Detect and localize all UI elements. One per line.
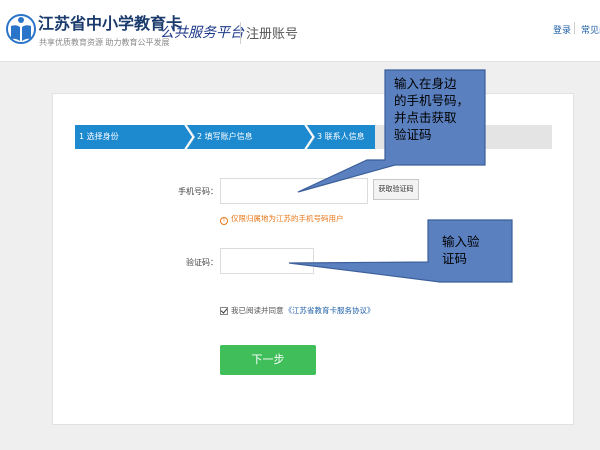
site-header: 江苏省中小学教育卡 共享优质教育资源 助力教育公平发展 公共服务平台 注册账号 …: [0, 0, 600, 62]
get-code-button[interactable]: 获取验证码: [373, 179, 419, 200]
phone-callout-line-2: 的手机号码，: [394, 93, 470, 108]
step-1: 1 选择身份: [79, 132, 119, 141]
step-3: 3 联系人信息: [317, 132, 365, 141]
phone-warning: ! 仅限归属地为江苏的手机号码用户: [220, 213, 344, 225]
page-title: 注册账号: [246, 27, 299, 42]
agree-checkbox[interactable]: [220, 306, 228, 315]
logo-icon: [6, 14, 36, 44]
phone-callout-line-4: 验证码: [394, 127, 432, 142]
brand-subtitle: 共享优质教育资源 助力教育公平发展: [39, 38, 170, 47]
agreement-link[interactable]: 《江苏省教育卡服务协议》: [285, 305, 375, 316]
phone-callout-line-1: 输入在身边: [394, 76, 457, 91]
header-divider: [240, 22, 241, 44]
phone-warning-text: 仅限归属地为江苏的手机号码用户: [231, 214, 344, 223]
code-callout-line-2: 证码: [442, 251, 468, 266]
step-2: 2 填写账户信息: [197, 132, 253, 141]
next-step-button[interactable]: 下一步: [220, 345, 316, 375]
exclamation-circle-icon: !: [220, 217, 228, 225]
agree-text: 我已阅读并同意: [231, 306, 284, 315]
code-input[interactable]: [220, 248, 314, 274]
brand-slogan: 公共服务平台: [160, 25, 244, 41]
faq-link[interactable]: 常见问: [581, 23, 600, 36]
step-progress: 1 选择身份 2 填写账户信息 3 联系人信息: [75, 125, 552, 149]
agreement-row: 我已阅读并同意 《江苏省教育卡服务协议》: [220, 305, 375, 316]
code-label: 验证码：: [186, 258, 218, 267]
link-divider: [574, 22, 575, 34]
phone-label: 手机号码：: [178, 187, 218, 196]
login-link[interactable]: 登录: [553, 23, 571, 36]
code-callout-line-1: 输入验: [442, 234, 480, 249]
phone-input[interactable]: [220, 178, 368, 204]
phone-callout-line-3: 并点击获取: [394, 110, 457, 125]
